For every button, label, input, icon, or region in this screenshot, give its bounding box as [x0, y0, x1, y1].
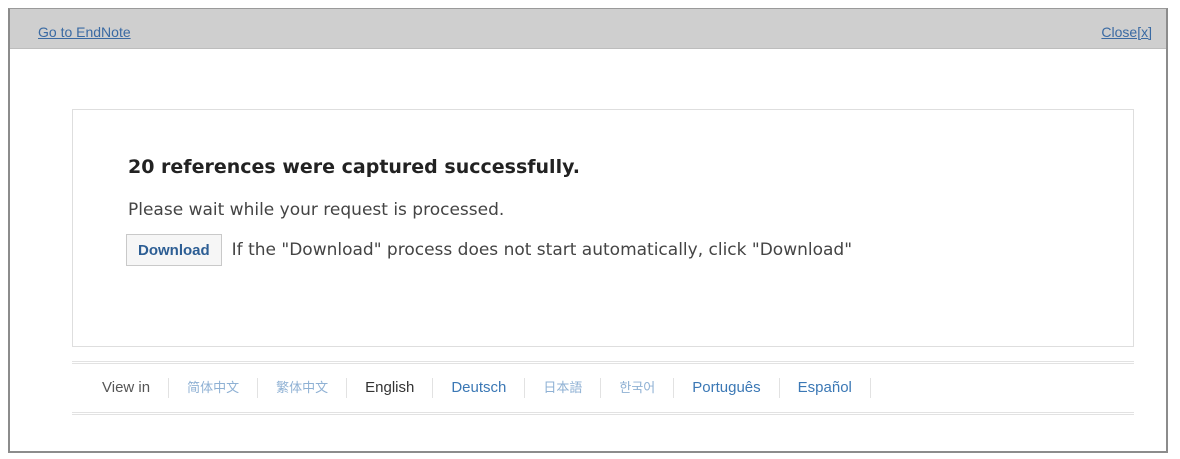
language-link-traditional-chinese[interactable]: 繁体中文	[258, 378, 348, 398]
language-link-simplified-chinese[interactable]: 简体中文	[169, 378, 259, 398]
language-link-japanese[interactable]: 日本語	[525, 378, 602, 398]
language-link-german[interactable]: Deutsch	[433, 378, 526, 398]
download-row: Download If the "Download" process does …	[126, 234, 852, 266]
language-bar: View in 简体中文 繁体中文 English Deutsch 日本語 한국…	[72, 361, 1134, 415]
language-link-portuguese[interactable]: Português	[674, 378, 780, 398]
close-link[interactable]: Close[x]	[1101, 24, 1152, 40]
language-current-english: English	[347, 378, 434, 398]
title-bar: Go to EndNote Close[x]	[10, 9, 1166, 49]
download-button[interactable]: Download	[126, 234, 222, 266]
language-link-korean[interactable]: 한국어	[601, 378, 675, 398]
download-hint: If the "Download" process does not start…	[231, 240, 853, 260]
message-panel: 20 references were captured successfully…	[72, 109, 1134, 347]
language-link-spanish[interactable]: Español	[780, 378, 871, 398]
go-to-endnote-link[interactable]: Go to EndNote	[38, 24, 131, 40]
endnote-capture-window: Go to EndNote Close[x] 20 references wer…	[8, 8, 1168, 453]
wait-message: Please wait while your request is proces…	[128, 200, 505, 220]
success-headline: 20 references were captured successfully…	[128, 156, 580, 178]
view-in-label: View in	[102, 378, 170, 398]
